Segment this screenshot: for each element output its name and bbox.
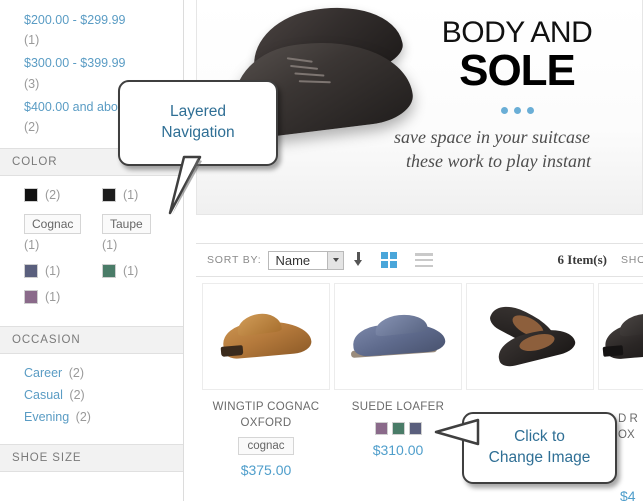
chevron-down-icon[interactable] bbox=[327, 251, 344, 269]
banner-dots-decoration bbox=[392, 101, 642, 119]
color-filter-item[interactable]: (1) bbox=[24, 264, 102, 279]
sort-by-select[interactable]: Name bbox=[268, 250, 345, 270]
occasion-filter-item[interactable]: Casual (2) bbox=[24, 388, 183, 402]
occasion-filter-link[interactable]: Casual bbox=[24, 388, 63, 402]
product-name[interactable]: WINGTIP COGNAC OXFORD bbox=[202, 400, 330, 431]
shoe-size-section-header: SHOE SIZE bbox=[0, 444, 183, 473]
color-filter-count: (1) bbox=[45, 290, 61, 305]
list-view-icon[interactable] bbox=[415, 253, 434, 267]
product-image[interactable] bbox=[466, 283, 594, 390]
color-filter-item[interactable]: (2) bbox=[24, 187, 102, 202]
show-per-page-label: SHOW bbox=[621, 254, 643, 266]
occasion-filter-item[interactable]: Career (2) bbox=[24, 366, 183, 380]
callout-tail-click-to-change-image bbox=[434, 414, 480, 458]
callout-layered-navigation: Layered Navigation bbox=[118, 80, 278, 166]
banner-subtitle-line-2: these work to play instant bbox=[406, 151, 591, 172]
product-color-swatch-icon[interactable] bbox=[391, 421, 405, 435]
color-swatch-icon[interactable] bbox=[24, 187, 38, 202]
color-filter-item[interactable]: Cognac (1) bbox=[24, 213, 102, 253]
product-image[interactable] bbox=[202, 283, 330, 390]
color-swatch-icon[interactable] bbox=[102, 187, 116, 202]
price-filter-item[interactable]: $200.00 - $299.99 (1) bbox=[24, 8, 183, 49]
price-filter-link[interactable]: $400.00 and above bbox=[24, 100, 131, 114]
banner-headline-2: SOLE bbox=[459, 46, 576, 95]
arrow-down-icon[interactable] bbox=[353, 252, 364, 268]
color-filter-count: (2) bbox=[45, 187, 61, 202]
occasion-filter-count: (2) bbox=[69, 388, 85, 403]
product-color-label[interactable]: cognac bbox=[238, 437, 294, 456]
callout-layered-navigation-text: Layered Navigation bbox=[161, 103, 235, 141]
banner-text-block: BODY AND SOLE save space in your suitcas… bbox=[392, 18, 642, 174]
banner-headline-1: BODY AND bbox=[441, 16, 593, 49]
product-image[interactable] bbox=[598, 283, 643, 390]
color-filter-count: (1) bbox=[123, 264, 139, 279]
color-filter-item[interactable]: (1) bbox=[24, 290, 102, 305]
price-filter-link[interactable]: $300.00 - $399.99 bbox=[24, 56, 125, 70]
occasion-section-header: OCCASION bbox=[0, 326, 183, 355]
color-name-label[interactable]: Taupe bbox=[102, 213, 151, 235]
color-filter-count: (1) bbox=[123, 187, 139, 202]
price-filter-count: (1) bbox=[24, 33, 40, 48]
callout-tail-layered-navigation bbox=[150, 155, 210, 217]
color-filter-item[interactable]: Taupe (1) bbox=[102, 213, 180, 253]
color-swatch-icon[interactable] bbox=[24, 264, 38, 279]
product-name-partial: D R OX bbox=[618, 413, 638, 441]
item-count-label: 6 Item(s) bbox=[557, 252, 607, 267]
sort-by-label: SORT BY: bbox=[207, 254, 262, 266]
product-price: $375.00 bbox=[240, 462, 292, 479]
layered-navigation-sidebar: $200.00 - $299.99 (1) $300.00 - $399.99 … bbox=[0, 0, 184, 501]
color-filter-count: (1) bbox=[45, 264, 61, 279]
callout-click-to-change-image: Click to Change Image bbox=[462, 412, 617, 484]
occasion-filter-count: (2) bbox=[68, 366, 84, 381]
product-color-swatch-icon[interactable] bbox=[408, 421, 422, 435]
occasion-filter-link[interactable]: Career bbox=[24, 366, 62, 380]
product-list-toolbar: SORT BY: Name 6 Item(s) SHOW bbox=[196, 243, 643, 277]
occasion-filter-item[interactable]: Evening (2) bbox=[24, 410, 183, 424]
occasion-filter-list: Career (2) Casual (2) Evening (2) bbox=[0, 354, 183, 444]
sort-by-value[interactable]: Name bbox=[269, 252, 327, 269]
product-price-partial: $4 bbox=[620, 488, 636, 501]
color-filter-count: (1) bbox=[24, 238, 40, 253]
color-filter-item[interactable]: (1) bbox=[102, 264, 180, 279]
occasion-filter-count: (2) bbox=[75, 410, 91, 425]
callout-click-to-change-image-text: Click to Change Image bbox=[488, 428, 591, 466]
color-name-label[interactable]: Cognac bbox=[24, 213, 82, 235]
page-root: $200.00 - $299.99 (1) $300.00 - $399.99 … bbox=[0, 0, 643, 501]
product-card[interactable]: WINGTIP COGNAC OXFORD cognac $375.00 bbox=[202, 283, 330, 478]
grid-view-icon[interactable] bbox=[381, 252, 398, 268]
color-filter-count: (1) bbox=[102, 238, 118, 253]
product-image[interactable] bbox=[334, 283, 462, 390]
banner-subtitle-line-1: save space in your suitcase bbox=[394, 127, 590, 148]
color-swatch-icon[interactable] bbox=[24, 290, 38, 305]
product-color-swatch-icon[interactable] bbox=[374, 421, 388, 435]
occasion-filter-link[interactable]: Evening bbox=[24, 410, 69, 424]
price-filter-link[interactable]: $200.00 - $299.99 bbox=[24, 13, 125, 27]
color-swatch-icon[interactable] bbox=[102, 264, 116, 279]
